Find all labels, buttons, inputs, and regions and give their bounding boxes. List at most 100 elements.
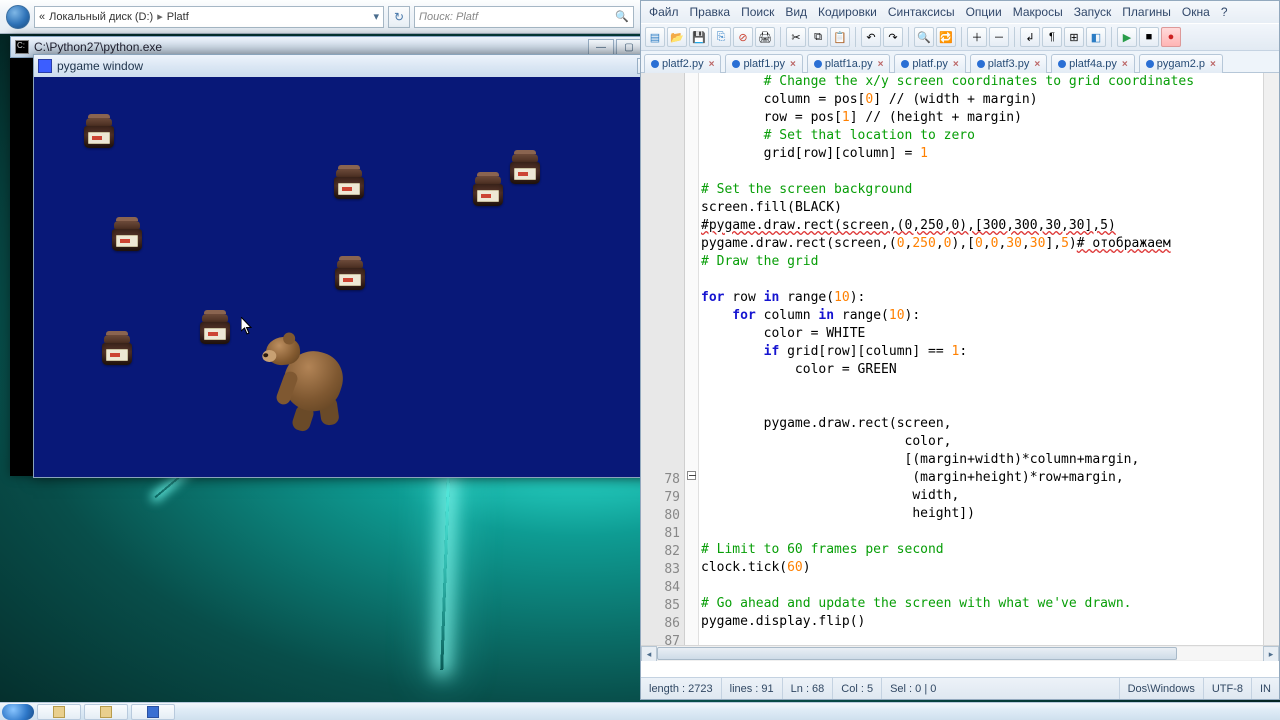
- pygame-window: pygame window — ▢ ✕: [33, 54, 740, 478]
- line-number: 86: [641, 615, 680, 633]
- menu-item-плагины[interactable]: Плагины: [1122, 5, 1171, 19]
- open-file-button[interactable]: 📂: [667, 27, 687, 47]
- jar-sprite: [200, 310, 230, 344]
- menu-item-окна[interactable]: Окна: [1182, 5, 1210, 19]
- taskbar-pin-1[interactable]: [37, 704, 81, 720]
- tab-label: platf1a.py: [825, 58, 873, 70]
- jar-sprite: [84, 114, 114, 148]
- windows-taskbar[interactable]: [0, 702, 1280, 720]
- close-file-button[interactable]: ⊘: [733, 27, 753, 47]
- mouse-cursor: [241, 317, 253, 335]
- zoom-out-button[interactable]: －: [989, 27, 1009, 47]
- maximize-button[interactable]: ▢: [616, 39, 642, 55]
- vertical-scrollbar[interactable]: [1263, 73, 1279, 645]
- pygame-canvas[interactable]: [34, 77, 739, 477]
- refresh-button[interactable]: ↻: [388, 6, 410, 28]
- minimize-button[interactable]: —: [588, 39, 614, 55]
- status-lines: lines : 91: [722, 678, 783, 699]
- undo-button[interactable]: ↶: [861, 27, 881, 47]
- paste-button[interactable]: 📋: [830, 27, 850, 47]
- horizontal-scrollbar[interactable]: ◂ ▸: [641, 645, 1279, 661]
- start-button[interactable]: [2, 704, 34, 720]
- macro-stop-button[interactable]: ■: [1139, 27, 1159, 47]
- file-tab[interactable]: pygam2.p ×: [1139, 54, 1223, 73]
- npp-status-bar: length : 2723 lines : 91 Ln : 68 Col : 5…: [641, 677, 1279, 699]
- line-number-gutter: 78798081828384858687: [641, 73, 685, 645]
- status-col: Col : 5: [833, 678, 882, 699]
- file-tab[interactable]: platf3.py×: [970, 54, 1047, 73]
- fold-column: [685, 73, 699, 645]
- explorer-address-bar: « Локальный диск (D:) ▸ Platf ▾ ↻ Поиск:…: [0, 0, 640, 34]
- menu-item-вид[interactable]: Вид: [785, 5, 807, 19]
- console-title-text: C:\Python27\python.exe: [34, 40, 162, 54]
- tab-close-icon[interactable]: ×: [1034, 59, 1040, 70]
- tab-close-icon[interactable]: ×: [1122, 59, 1128, 70]
- menu-item-синтаксисы[interactable]: Синтаксисы: [888, 5, 955, 19]
- save-button[interactable]: 💾: [689, 27, 709, 47]
- tab-close-icon[interactable]: ×: [709, 59, 715, 70]
- taskbar-pin-3[interactable]: [131, 704, 175, 720]
- menu-item-файл[interactable]: Файл: [649, 5, 679, 19]
- explorer-search[interactable]: Поиск: Platf 🔍: [414, 6, 634, 28]
- breadcrumb-disk[interactable]: Локальный диск (D:): [49, 11, 153, 23]
- menu-item-правка[interactable]: Правка: [690, 5, 731, 19]
- address-box[interactable]: « Локальный диск (D:) ▸ Platf ▾: [34, 6, 384, 28]
- jar-sprite: [112, 217, 142, 251]
- cut-button[interactable]: ✂: [786, 27, 806, 47]
- save-all-button[interactable]: ⎘: [711, 27, 731, 47]
- print-button[interactable]: 🖨: [755, 27, 775, 47]
- tab-close-icon[interactable]: ×: [1210, 59, 1216, 70]
- hscroll-right-arrow[interactable]: ▸: [1263, 646, 1279, 661]
- macro-record-button[interactable]: ●: [1161, 27, 1181, 47]
- replace-button[interactable]: 🔁: [936, 27, 956, 47]
- line-number: 79: [641, 489, 680, 507]
- macro-play-button[interactable]: ▶: [1117, 27, 1137, 47]
- line-number: 78: [641, 471, 680, 489]
- line-number: 84: [641, 579, 680, 597]
- fold-marker[interactable]: [687, 471, 696, 480]
- menu-item-опции[interactable]: Опции: [966, 5, 1002, 19]
- indent-guide-button[interactable]: ⊞: [1064, 27, 1084, 47]
- file-tab[interactable]: platf4a.py ×: [1051, 54, 1135, 73]
- code-text[interactable]: # Change the x/y screen coordinates to g…: [701, 73, 1263, 645]
- tab-label: platf1.py: [743, 58, 785, 70]
- taskbar-pin-2[interactable]: [84, 704, 128, 720]
- menu-item-кодировки[interactable]: Кодировки: [818, 5, 877, 19]
- tab-label: pygam2.p: [1157, 58, 1205, 70]
- tab-label: platf4a.py: [1069, 58, 1117, 70]
- zoom-in-button[interactable]: ＋: [967, 27, 987, 47]
- show-all-chars-button[interactable]: ¶: [1042, 27, 1062, 47]
- status-encoding: UTF-8: [1204, 678, 1252, 699]
- file-tab[interactable]: platf1a.py ×: [807, 54, 891, 73]
- hscroll-left-arrow[interactable]: ◂: [641, 646, 657, 661]
- wrap-button[interactable]: ↲: [1020, 27, 1040, 47]
- tab-label: platf2.py: [662, 58, 704, 70]
- line-number: 80: [641, 507, 680, 525]
- menu-item-?[interactable]: ?: [1221, 5, 1228, 19]
- file-tab[interactable]: platf.py×: [894, 54, 965, 73]
- menu-item-макросы[interactable]: Макросы: [1013, 5, 1063, 19]
- menu-item-запуск[interactable]: Запуск: [1074, 5, 1112, 19]
- copy-button[interactable]: ⧉: [808, 27, 828, 47]
- hscroll-thumb[interactable]: [657, 647, 1177, 660]
- status-length: length : 2723: [641, 678, 722, 699]
- tab-close-icon[interactable]: ×: [953, 59, 959, 70]
- breadcrumb-chevron: «: [39, 11, 45, 23]
- breadcrumb-folder[interactable]: Platf: [167, 11, 189, 23]
- file-tab[interactable]: platf2.py ×: [644, 54, 721, 73]
- redo-button[interactable]: ↷: [883, 27, 903, 47]
- tab-status-dot: [1058, 60, 1066, 68]
- address-dropdown-icon[interactable]: ▾: [373, 10, 379, 23]
- tab-close-icon[interactable]: ×: [790, 59, 796, 70]
- status-sel: Sel : 0 | 0: [882, 678, 1119, 699]
- new-file-button[interactable]: ▤: [645, 27, 665, 47]
- doc-map-button[interactable]: ◧: [1086, 27, 1106, 47]
- nav-back-button[interactable]: [6, 5, 30, 29]
- file-tab[interactable]: platf1.py ×: [725, 54, 802, 73]
- toolbar-sep-6: [1111, 27, 1112, 47]
- line-number: 82: [641, 543, 680, 561]
- find-button[interactable]: 🔍: [914, 27, 934, 47]
- pygame-titlebar[interactable]: pygame window — ▢ ✕: [34, 55, 739, 77]
- tab-close-icon[interactable]: ×: [878, 59, 884, 70]
- menu-item-поиск[interactable]: Поиск: [741, 5, 774, 19]
